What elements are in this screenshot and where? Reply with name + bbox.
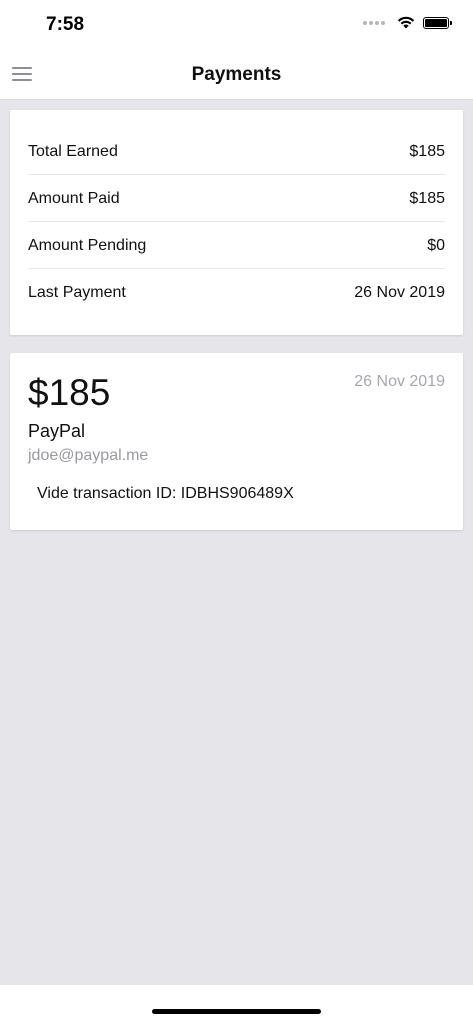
summary-row-amount-paid: Amount Paid $185	[28, 175, 445, 222]
payment-amount: $185	[28, 372, 111, 413]
status-icons	[363, 16, 452, 29]
payment-date: 26 Nov 2019	[354, 373, 445, 390]
summary-label: Amount Pending	[28, 236, 147, 254]
summary-label: Last Payment	[28, 283, 126, 301]
battery-icon	[423, 16, 452, 29]
wifi-icon	[397, 16, 415, 29]
summary-label: Total Earned	[28, 142, 118, 160]
home-indicator[interactable]	[152, 1009, 321, 1014]
home-indicator-area	[0, 985, 473, 1024]
summary-value: $0	[427, 236, 445, 254]
summary-value: 26 Nov 2019	[354, 283, 445, 301]
summary-row-last-payment: Last Payment 26 Nov 2019	[28, 269, 445, 316]
status-bar: 7:58	[0, 0, 473, 50]
payment-summary-card: Total Earned $185 Amount Paid $185 Amoun…	[10, 110, 463, 335]
summary-row-total-earned: Total Earned $185	[28, 128, 445, 175]
payment-method: PayPal	[28, 421, 86, 441]
summary-row-amount-pending: Amount Pending $0	[28, 222, 445, 269]
summary-label: Amount Paid	[28, 189, 120, 207]
transaction-id: Vide transaction ID: IDBHS906489X	[37, 485, 294, 502]
navigation-bar: Payments	[0, 50, 473, 100]
payment-email: jdoe@paypal.me	[28, 447, 149, 464]
payment-record-card[interactable]: $185 26 Nov 2019 PayPal jdoe@paypal.me V…	[10, 353, 463, 530]
summary-value: $185	[409, 189, 445, 207]
summary-value: $185	[409, 142, 445, 160]
page-title: Payments	[191, 64, 282, 85]
status-time: 7:58	[46, 14, 85, 35]
cellular-signal-icon	[363, 20, 385, 25]
